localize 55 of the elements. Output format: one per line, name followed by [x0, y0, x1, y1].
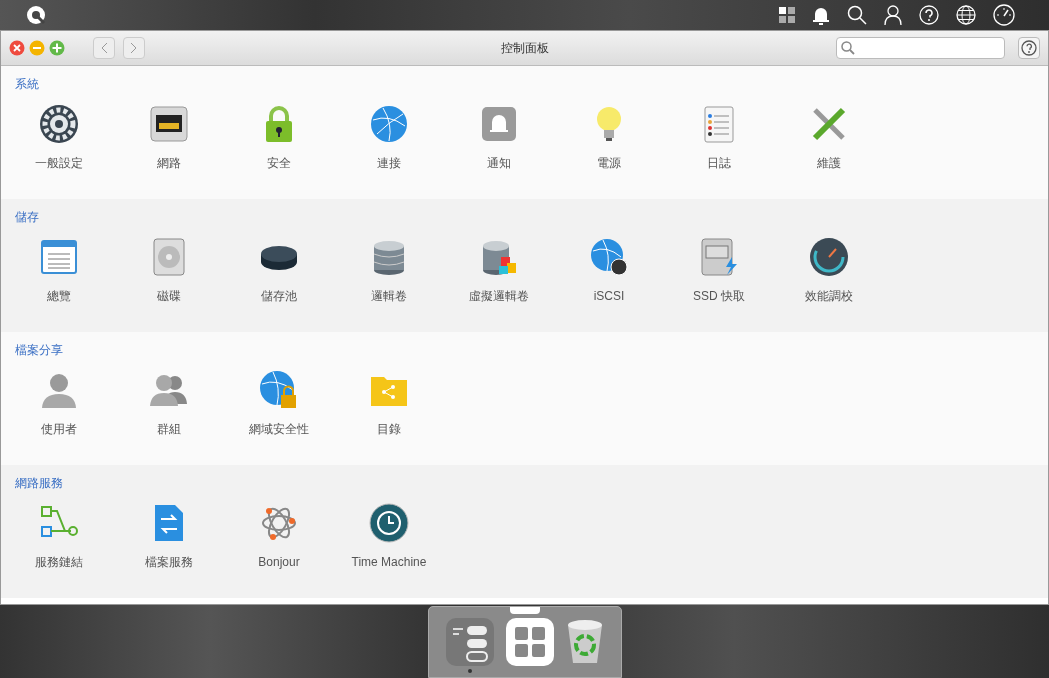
chevron-left-icon — [100, 41, 108, 54]
settings-item[interactable]: iSCSI — [554, 236, 664, 305]
section-heading: 檔案分享 — [14, 341, 63, 358]
dock-handle[interactable] — [509, 607, 540, 614]
search-field[interactable] — [836, 36, 1005, 59]
settings-item[interactable]: Time Machine — [334, 502, 444, 571]
settings-item[interactable]: 邏輯卷 — [334, 236, 444, 305]
maximize-icon[interactable] — [49, 39, 65, 56]
app-grid-icon[interactable] — [504, 617, 555, 667]
network-port-icon — [149, 103, 189, 144]
help-icon — [1021, 39, 1037, 56]
gauge-icon[interactable] — [993, 3, 1015, 26]
close-icon[interactable] — [9, 39, 25, 56]
settings-item[interactable]: 效能調校 — [774, 236, 884, 305]
settings-item[interactable]: SSD 快取 — [664, 236, 774, 305]
chevron-right-icon — [130, 41, 138, 54]
gear-icon — [39, 103, 79, 144]
settings-item[interactable]: 總覽 — [4, 236, 114, 305]
search-icon — [841, 40, 855, 55]
window-title: 控制面板 — [501, 39, 549, 57]
settings-item[interactable]: 網路 — [114, 103, 224, 172]
settings-item[interactable]: 日誌 — [664, 103, 774, 172]
settings-item[interactable]: 服務鏈結 — [4, 502, 114, 571]
settings-item[interactable]: 網域安全性 — [224, 369, 334, 438]
clock-history-icon — [369, 502, 409, 543]
section-heading: 系統 — [14, 75, 39, 92]
settings-item[interactable]: 電源 — [554, 103, 664, 172]
settings-item[interactable]: 連接 — [334, 103, 444, 172]
section-heading: 網路服務 — [14, 474, 63, 491]
settings-item[interactable]: 虛擬邏輯卷 — [444, 236, 554, 305]
settings-item[interactable]: 安全 — [224, 103, 334, 172]
tiles-icon[interactable] — [779, 6, 795, 23]
settings-item[interactable]: Bonjour — [224, 502, 334, 571]
settings-item[interactable]: 群組 — [114, 369, 224, 438]
help-icon[interactable] — [919, 4, 939, 25]
settings-item[interactable]: 通知 — [444, 103, 554, 172]
gauge-icon — [809, 236, 849, 277]
settings-item[interactable]: 儲存池 — [224, 236, 334, 305]
globe-lock-icon — [259, 369, 299, 410]
globe-icon — [589, 236, 629, 277]
settings-item[interactable]: 磁碟 — [114, 236, 224, 305]
settings-item[interactable]: 檔案服務 — [114, 502, 224, 571]
globe-icon — [369, 103, 409, 144]
help-button[interactable] — [1018, 36, 1040, 59]
settings-item[interactable]: 一般設定 — [4, 103, 114, 172]
app-logo-icon[interactable] — [26, 4, 46, 25]
settings-item[interactable]: 目錄 — [334, 369, 444, 438]
settings-item[interactable]: 維護 — [774, 103, 884, 172]
control-panel-icon[interactable] — [444, 617, 495, 667]
search-icon[interactable] — [847, 4, 867, 25]
ssd-drive-icon — [699, 236, 739, 277]
settings-item[interactable]: 使用者 — [4, 369, 114, 438]
section-heading: 儲存 — [14, 208, 39, 225]
user-icon[interactable] — [884, 4, 902, 25]
globe-icon[interactable] — [956, 4, 976, 25]
